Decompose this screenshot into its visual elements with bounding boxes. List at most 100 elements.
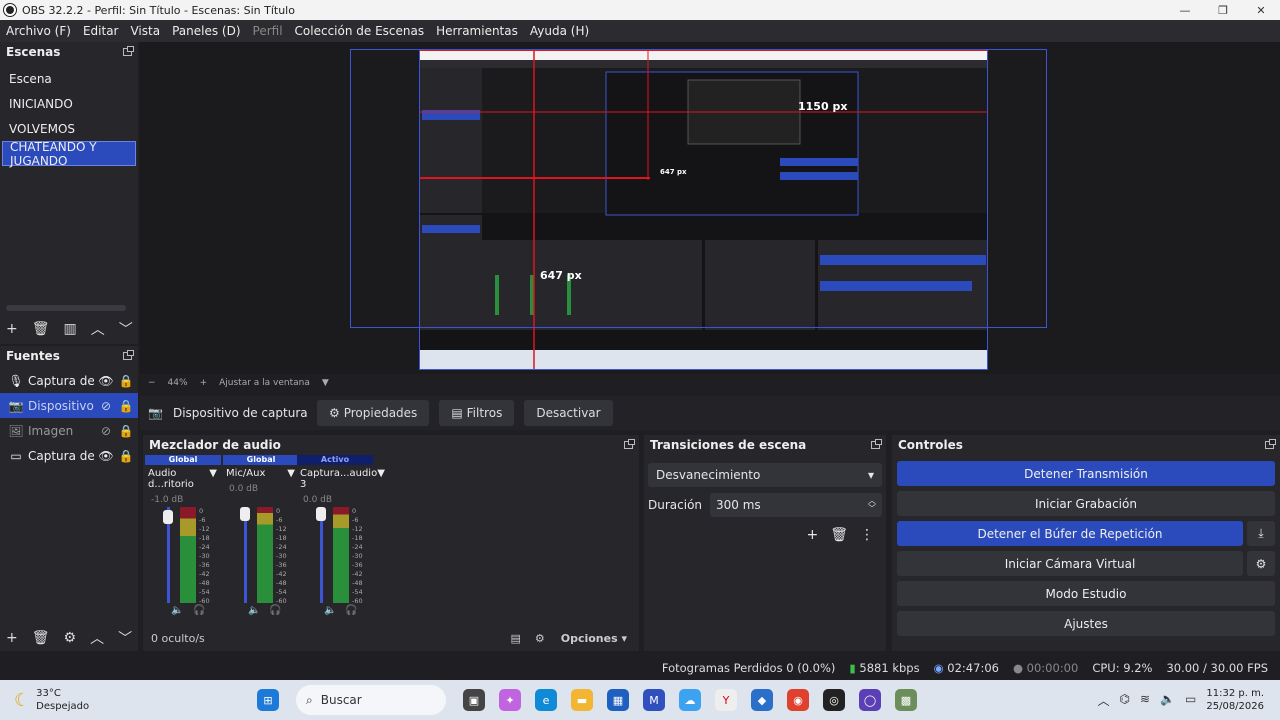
game-icon[interactable]: ▩ — [895, 689, 917, 711]
filter-icon[interactable]: ▥ — [64, 321, 77, 337]
weather-widget[interactable]: ☾ 33°C Despejado — [0, 687, 250, 713]
eye-hidden-icon[interactable]: ⊘ — [98, 399, 114, 413]
down-arrow-icon[interactable]: ﹀ — [118, 628, 132, 648]
app-icon[interactable]: ◆ — [751, 689, 773, 711]
download-icon[interactable]: ⤓ — [1247, 521, 1275, 546]
menu-paneles[interactable]: Paneles (D) — [172, 24, 240, 38]
edge-icon[interactable]: e — [535, 689, 557, 711]
chevron-down-icon[interactable]: ▼ — [322, 378, 329, 388]
gear-icon[interactable]: ⚙ — [64, 630, 77, 646]
start-recording-button[interactable]: Iniciar Grabación — [897, 491, 1275, 516]
deactivate-button[interactable]: Desactivar — [524, 400, 613, 426]
chevron-down-icon[interactable]: ▼ — [209, 468, 217, 490]
stop-replay-buffer-button[interactable]: Detener el Búfer de Repetición — [897, 521, 1243, 546]
eye-icon[interactable]: 👁 — [98, 449, 114, 463]
taskbar-search[interactable]: ⌕ Buscar — [296, 685, 446, 715]
source-item[interactable]: ▭ Captura de p 👁 🔒 — [0, 443, 138, 468]
menu-vista[interactable]: Vista — [130, 24, 160, 38]
filters-button[interactable]: ▤ Filtros — [439, 400, 515, 426]
float-icon[interactable] — [624, 439, 635, 449]
task-view-icon[interactable]: ▣ — [463, 689, 485, 711]
stop-streaming-button[interactable]: Detener Transmisión — [897, 461, 1275, 486]
trash-icon[interactable]: 🗑 — [32, 630, 50, 646]
add-icon[interactable]: + — [6, 630, 18, 646]
menu-archivo[interactable]: Archivo (F) — [6, 24, 71, 38]
menu-herramientas[interactable]: Herramientas — [436, 24, 518, 38]
slider-handle[interactable] — [240, 507, 250, 521]
eye-hidden-icon[interactable]: ⊘ — [98, 424, 114, 438]
scene-item[interactable]: VOLVEMOS — [2, 116, 136, 141]
store-icon[interactable]: ▦ — [607, 689, 629, 711]
scene-item-selected[interactable]: CHATEANDO Y JUGANDO — [2, 140, 136, 168]
lock-icon[interactable]: 🔒 — [118, 449, 134, 463]
spinner-icon[interactable]: ︿ ﹀ — [868, 497, 876, 513]
source-bounding-box[interactable] — [350, 49, 1047, 328]
studio-mode-button[interactable]: Modo Estudio — [897, 581, 1275, 606]
volume-slider[interactable] — [163, 507, 173, 603]
settings-button[interactable]: Ajustes — [897, 611, 1275, 636]
scenes-scrollbar[interactable] — [6, 305, 126, 311]
eye-icon[interactable]: 👁 — [98, 374, 114, 388]
minimize-button[interactable]: — — [1166, 0, 1204, 20]
cloud-icon[interactable]: ☁ — [679, 689, 701, 711]
float-icon[interactable] — [871, 439, 882, 449]
virtual-camera-button[interactable]: Iniciar Cámara Virtual — [897, 551, 1243, 576]
menu-editar[interactable]: Editar — [83, 24, 119, 38]
scene-item[interactable]: Escena — [2, 66, 136, 91]
duration-input[interactable]: 300 ms ︿ ﹀ — [710, 493, 882, 517]
obs-icon[interactable]: ◎ — [823, 689, 845, 711]
options-button[interactable]: Opciones ▾ — [561, 632, 627, 645]
transition-select[interactable]: Desvanecimiento ▾ — [648, 463, 882, 487]
yandex-icon[interactable]: Y — [715, 689, 737, 711]
up-arrow-icon[interactable]: ︿ — [90, 628, 104, 648]
more-icon[interactable]: ⋮ — [860, 527, 874, 543]
trash-icon[interactable]: 🗑 — [830, 527, 848, 543]
source-item-selected[interactable]: 📷 Dispositivo c ⊘ 🔒 — [0, 393, 138, 418]
mail-icon[interactable]: M — [643, 689, 665, 711]
chevron-up-icon[interactable]: ︿ — [1098, 692, 1110, 709]
slider-handle[interactable] — [163, 510, 173, 524]
speaker-icon[interactable]: 🔈 — [248, 605, 260, 616]
menu-perfil[interactable]: Perfil — [253, 24, 283, 38]
lock-icon[interactable]: 🔒 — [118, 374, 134, 388]
menu-coleccion[interactable]: Colección de Escenas — [295, 24, 425, 38]
volume-icon[interactable]: 🔈 — [1160, 692, 1175, 709]
volume-slider[interactable] — [316, 507, 326, 603]
down-arrow-icon[interactable]: ﹀ — [119, 319, 133, 339]
app-circle-icon[interactable]: ◯ — [859, 689, 881, 711]
volume-slider[interactable] — [240, 507, 250, 603]
chrome-icon[interactable]: ◉ — [787, 689, 809, 711]
zoom-in-button[interactable]: + — [200, 378, 208, 388]
lock-icon[interactable]: 🔒 — [118, 399, 134, 413]
add-icon[interactable]: + — [6, 321, 18, 337]
slider-handle[interactable] — [316, 507, 326, 521]
float-icon[interactable] — [1265, 439, 1276, 449]
source-item[interactable]: 🎙 Captura de e 👁 🔒 — [0, 368, 138, 393]
headphone-icon[interactable]: 🎧 — [193, 605, 205, 616]
float-icon[interactable] — [123, 350, 134, 360]
properties-button[interactable]: ⚙ Propiedades — [316, 400, 430, 426]
fit-window-label[interactable]: Ajustar a la ventana — [219, 378, 310, 388]
copilot-icon[interactable]: ✦ — [499, 689, 521, 711]
headphone-icon[interactable]: 🎧 — [269, 605, 281, 616]
gear-icon[interactable]: ⚙ — [535, 632, 545, 645]
up-arrow-icon[interactable]: ︿ — [91, 319, 105, 339]
scene-item[interactable]: INICIANDO — [2, 91, 136, 116]
gear-icon[interactable]: ⚙ — [1247, 551, 1275, 576]
layout-icon[interactable]: ▤ — [510, 632, 520, 645]
speaker-icon[interactable]: 🔈 — [324, 605, 336, 616]
headphone-icon[interactable]: 🎧 — [345, 605, 357, 616]
wifi-icon[interactable]: ≋ — [1140, 692, 1150, 709]
chevron-down-icon[interactable]: ▼ — [287, 468, 295, 479]
trash-icon[interactable]: 🗑 — [32, 321, 50, 337]
chevron-down-icon[interactable]: ▼ — [377, 468, 385, 490]
lock-icon[interactable]: 🔒 — [118, 424, 134, 438]
source-item[interactable]: 🖼 Imagen ⊘ 🔒 — [0, 418, 138, 443]
close-button[interactable]: ✕ — [1242, 0, 1280, 20]
add-icon[interactable]: + — [806, 527, 818, 543]
menu-ayuda[interactable]: Ayuda (H) — [530, 24, 589, 38]
battery-icon[interactable]: ▭ — [1185, 692, 1196, 709]
speaker-icon[interactable]: 🔈 — [171, 605, 183, 616]
restore-button[interactable]: ❐ — [1204, 0, 1242, 20]
network-icon[interactable]: ⌬ — [1120, 692, 1130, 709]
